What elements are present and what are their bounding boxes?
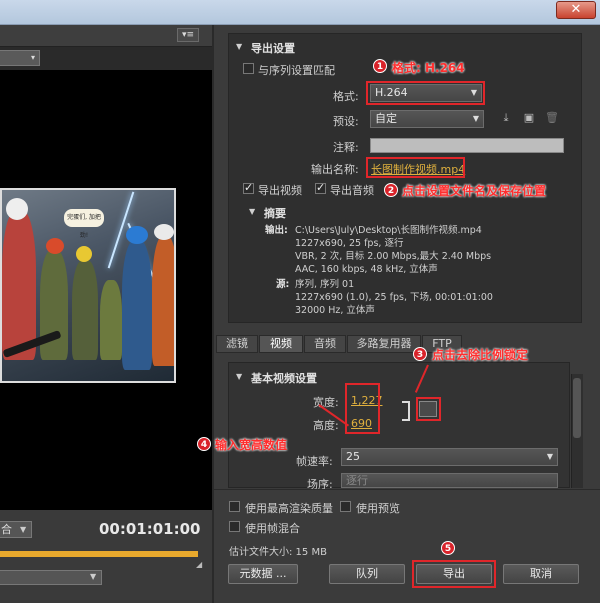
out-point-icon: ◢ bbox=[196, 560, 203, 569]
scrollbar-thumb[interactable] bbox=[573, 378, 581, 438]
annotation-marker-4: 4 bbox=[197, 437, 211, 451]
notes-label: 注释: bbox=[333, 141, 359, 154]
export-settings-title: 导出设置 bbox=[251, 42, 295, 55]
output-name-label: 输出名称: bbox=[311, 163, 359, 176]
summary-source-label: 源: bbox=[276, 279, 290, 290]
metadata-button[interactable]: 元数据 ... bbox=[228, 564, 298, 584]
annotation-box-aspect-lock bbox=[416, 397, 441, 421]
frame-blending-checkbox[interactable] bbox=[229, 521, 240, 532]
preset-label: 预设: bbox=[333, 115, 359, 128]
annotation-marker-5: 5 bbox=[441, 541, 455, 555]
save-preset-icon[interactable]: ⤓ bbox=[499, 111, 513, 125]
summary-source-line: 序列, 序列 01 bbox=[295, 279, 355, 290]
match-sequence-label: 与序列设置匹配 bbox=[258, 64, 335, 77]
tab-audio[interactable]: 音频 bbox=[304, 335, 346, 353]
use-previews-checkbox[interactable] bbox=[340, 501, 351, 512]
estimated-file-size: 估计文件大小: 15 MB bbox=[229, 547, 327, 558]
preset-value: 自定 bbox=[375, 112, 397, 125]
annotation-box-dimensions bbox=[345, 383, 380, 434]
summary-source-line: 32000 Hz, 立体声 bbox=[295, 305, 375, 316]
collapse-triangle-icon[interactable]: ▼ bbox=[236, 372, 242, 381]
chevron-down-icon: ▼ bbox=[90, 572, 97, 581]
tab-filters[interactable]: 滤镜 bbox=[216, 335, 258, 353]
summary-output-label: 输出: bbox=[265, 225, 288, 236]
panel-menu-icon[interactable]: ▾≡ bbox=[177, 28, 199, 42]
source-dropdown[interactable]: ▾ bbox=[0, 50, 40, 66]
collapse-triangle-icon[interactable]: ▼ bbox=[249, 207, 255, 216]
export-audio-checkbox[interactable] bbox=[315, 181, 326, 194]
framerate-label: 帧速率: bbox=[296, 455, 333, 468]
match-sequence-checkbox[interactable] bbox=[243, 63, 254, 74]
delete-preset-icon[interactable]: 🗑 bbox=[545, 111, 559, 125]
timecode-display: 00:01:01:00 bbox=[99, 520, 201, 538]
import-preset-icon[interactable]: ▣ bbox=[522, 111, 536, 125]
field-order-dropdown[interactable]: 逐行 bbox=[341, 473, 558, 488]
speech-bubble: 完蛋们, 加把劲! bbox=[64, 209, 104, 239]
zoom-dropdown[interactable]: 合 bbox=[0, 521, 32, 538]
queue-button[interactable]: 队列 bbox=[329, 564, 405, 584]
export-video-label: 导出视频 bbox=[258, 184, 302, 197]
cancel-button[interactable]: 取消 bbox=[503, 564, 579, 584]
max-render-quality-label: 使用最高渲染质量 bbox=[245, 502, 333, 515]
height-label: 高度: bbox=[313, 419, 339, 432]
collapse-triangle-icon[interactable]: ▼ bbox=[236, 42, 242, 51]
annotation-marker-1: 1 bbox=[373, 59, 387, 73]
tab-video[interactable]: 视频 bbox=[259, 335, 303, 353]
chevron-down-icon: ▼ bbox=[20, 525, 27, 534]
framerate-dropdown[interactable]: 25 ▼ bbox=[341, 448, 558, 466]
use-previews-label: 使用预览 bbox=[356, 502, 400, 515]
annotation-box-output-name bbox=[366, 157, 465, 178]
summary-output-line: 1227x690, 25 fps, 逐行 bbox=[295, 238, 404, 249]
summary-output-line: AAC, 160 kbps, 48 kHz, 立体声 bbox=[295, 264, 438, 275]
time-ruler-bar[interactable] bbox=[0, 551, 198, 557]
summary-title: 摘要 bbox=[264, 207, 286, 220]
framerate-value: 25 bbox=[346, 450, 360, 463]
annotation-marker-2: 2 bbox=[384, 183, 398, 197]
format-label: 格式: bbox=[333, 90, 359, 103]
max-render-quality-checkbox[interactable] bbox=[229, 501, 240, 512]
tab-multiplexer[interactable]: 多路复用器 bbox=[347, 335, 421, 353]
annotation-text-2: 点击设置文件名及保存位置 bbox=[402, 184, 547, 198]
annotation-text-1: 格式: H.264 bbox=[392, 61, 465, 75]
annotation-marker-3: 3 bbox=[413, 347, 427, 361]
close-window-button[interactable]: ✕ bbox=[556, 1, 596, 19]
field-order-value: 逐行 bbox=[346, 474, 368, 487]
summary-output-line: C:\Users\July\Desktop\长图制作视频.mp4 bbox=[295, 225, 482, 236]
basic-video-settings-title: 基本视频设置 bbox=[251, 372, 317, 385]
preset-dropdown[interactable]: 自定 ▼ bbox=[370, 110, 484, 128]
annotation-text-3: 点击去除比例锁定 bbox=[432, 348, 529, 362]
export-audio-label: 导出音频 bbox=[330, 184, 374, 197]
annotation-text-4: 输入宽高数值 bbox=[215, 438, 288, 452]
source-range-dropdown[interactable] bbox=[0, 570, 102, 585]
annotation-box-export bbox=[412, 560, 496, 588]
preview-frame-image: 完蛋们, 加把劲! bbox=[0, 188, 176, 383]
aspect-link-bracket bbox=[402, 401, 410, 421]
frame-blending-label: 使用帧混合 bbox=[245, 522, 300, 535]
chevron-down-icon: ▼ bbox=[546, 452, 553, 461]
summary-source-line: 1227x690 (1.0), 25 fps, 下场, 00:01:01:00 bbox=[295, 292, 493, 303]
export-video-checkbox[interactable] bbox=[243, 181, 254, 194]
chevron-down-icon: ▼ bbox=[472, 114, 479, 123]
window-title-bar bbox=[0, 0, 600, 25]
annotation-box-format bbox=[366, 81, 485, 105]
notes-input[interactable] bbox=[370, 138, 564, 153]
summary-output-line: VBR, 2 次, 目标 2.00 Mbps,最大 2.40 Mbps bbox=[295, 251, 492, 262]
